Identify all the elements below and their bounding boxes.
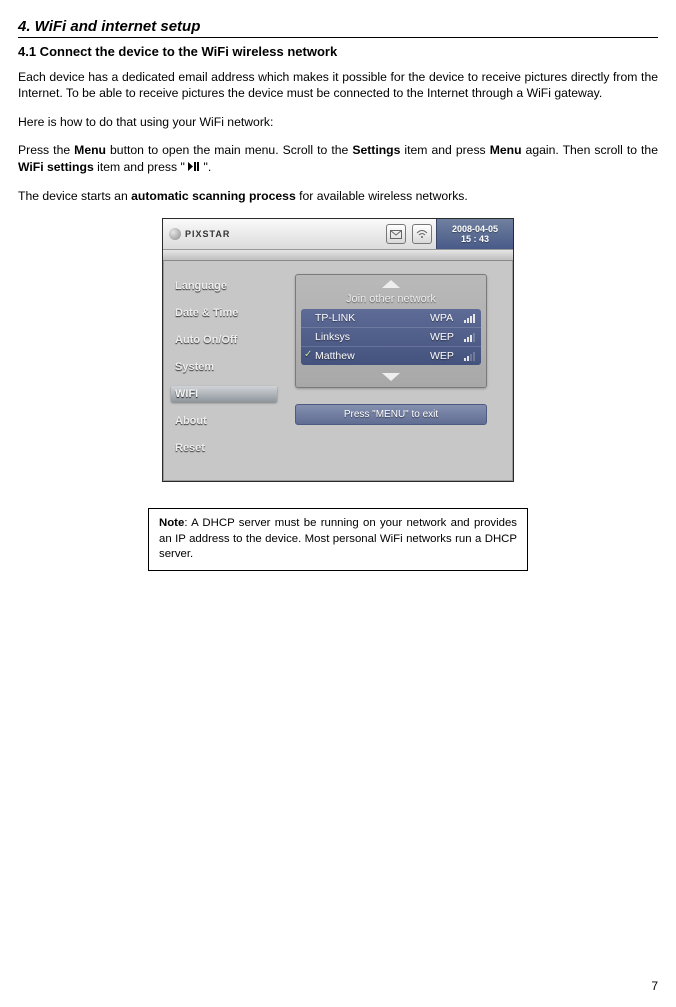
sidebar-item-auto-on-off[interactable]: Auto On/Off xyxy=(171,332,275,348)
network-card: Join other network TP-LINK WPA Linksys W… xyxy=(295,274,487,388)
sidebar-item-about[interactable]: About xyxy=(171,413,275,429)
scroll-down-icon[interactable] xyxy=(382,373,400,381)
play-pause-icon xyxy=(188,159,200,175)
scroll-up-icon[interactable] xyxy=(382,280,400,288)
body-paragraph: The device starts an automatic scanning … xyxy=(18,188,658,204)
brand-logo: PIXSTAR xyxy=(169,228,230,240)
section-heading: 4. WiFi and internet setup xyxy=(18,18,658,38)
device-screenshot: PIXSTAR 2008-04-05 15 : 43 xyxy=(162,218,514,482)
mail-icon xyxy=(386,224,406,244)
signal-icon xyxy=(464,333,475,342)
exit-hint: Press "MENU" to exit xyxy=(295,404,487,425)
signal-icon xyxy=(464,314,475,323)
network-row[interactable]: Linksys WEP xyxy=(301,327,481,346)
join-other-network[interactable]: Join other network xyxy=(296,290,486,309)
body-paragraph: Here is how to do that using your WiFi n… xyxy=(18,114,658,130)
signal-icon xyxy=(464,352,475,361)
body-paragraph: Each device has a dedicated email addres… xyxy=(18,69,658,102)
sidebar-item-reset[interactable]: Reset xyxy=(171,440,275,456)
date-time-block: 2008-04-05 15 : 43 xyxy=(436,219,513,249)
wifi-panel: Join other network TP-LINK WPA Linksys W… xyxy=(275,260,513,481)
sidebar-item-wifi[interactable]: WIFI xyxy=(171,386,277,402)
settings-sidebar: Language Date & Time Auto On/Off System … xyxy=(163,260,275,481)
network-row[interactable]: TP-LINK WPA xyxy=(301,309,481,327)
screenshot-topbar: PIXSTAR 2008-04-05 15 : 43 xyxy=(163,219,513,250)
body-paragraph: Press the Menu button to open the main m… xyxy=(18,142,658,175)
subsection-heading: 4.1 Connect the device to the WiFi wirel… xyxy=(18,44,658,59)
network-list: TP-LINK WPA Linksys WEP Matthew WEP xyxy=(301,309,481,365)
sidebar-item-system[interactable]: System xyxy=(171,359,275,375)
sidebar-item-date-time[interactable]: Date & Time xyxy=(171,305,275,321)
note-box: Note: A DHCP server must be running on y… xyxy=(148,508,528,570)
page-number: 7 xyxy=(651,979,658,993)
network-row[interactable]: Matthew WEP xyxy=(301,346,481,365)
wifi-icon xyxy=(412,224,432,244)
sidebar-item-language[interactable]: Language xyxy=(171,278,275,294)
